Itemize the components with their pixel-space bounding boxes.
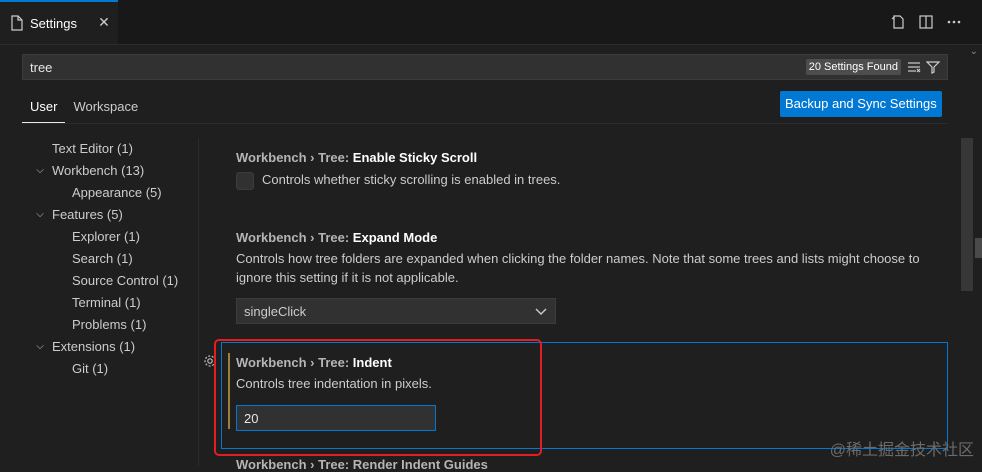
editor-tab-bar: Settings ✕ xyxy=(0,0,982,45)
scope-tabs: User Workspace xyxy=(22,96,146,123)
highlight-annotation xyxy=(214,339,542,456)
tab-user[interactable]: User xyxy=(22,96,66,123)
toc-item-extensions[interactable]: ⌵ Extensions (1) xyxy=(22,336,198,358)
backup-sync-button[interactable]: Backup and Sync Settings xyxy=(780,91,942,117)
toc-item-label: Features (5) xyxy=(52,207,123,222)
setting-description: Controls how tree folders are expanded w… xyxy=(236,251,920,285)
tab-workspace[interactable]: Workspace xyxy=(65,96,146,123)
chevron-down-icon[interactable]: ⌵ xyxy=(34,160,46,182)
chevron-down-icon: ⌄ xyxy=(969,46,978,57)
toc-item-explorer[interactable]: Explorer (1) xyxy=(22,226,198,248)
toc-item-terminal[interactable]: Terminal (1) xyxy=(22,292,198,314)
settings-search-input[interactable]: tree 20 Settings Found xyxy=(22,54,948,80)
setting-title: Workbench › Tree: Enable Sticky Scroll xyxy=(236,150,478,165)
filter-icon[interactable] xyxy=(926,60,940,74)
chevron-down-icon xyxy=(535,308,547,315)
chevron-down-icon[interactable]: ⌵ xyxy=(34,204,46,226)
setting-title: Workbench › Tree: Expand Mode xyxy=(236,230,438,245)
overview-ruler-mark xyxy=(975,238,982,258)
split-editor-icon[interactable] xyxy=(918,14,934,30)
toc-sash[interactable] xyxy=(198,138,199,466)
toc-item-problems[interactable]: Problems (1) xyxy=(22,314,198,336)
toc-item-label: Text Editor (1) xyxy=(52,141,133,156)
toc-item-workbench[interactable]: ⌵ Workbench (13) xyxy=(22,160,198,182)
file-icon xyxy=(11,15,23,31)
expand-mode-select[interactable]: singleClick xyxy=(236,298,556,324)
toc-item-label: Search (1) xyxy=(72,251,133,266)
toc-item-text-editor[interactable]: Text Editor (1) xyxy=(22,138,198,160)
search-query: tree xyxy=(30,60,53,75)
toc-item-label: Workbench (13) xyxy=(52,163,145,178)
setting-title-partial: Workbench › Tree: Render Indent Guides xyxy=(236,457,488,472)
toc-item-label: Extensions (1) xyxy=(52,339,136,354)
toc-item-label: Git (1) xyxy=(72,361,109,376)
toc-item-label: Source Control (1) xyxy=(72,273,179,288)
toc-item-label: Problems (1) xyxy=(72,317,147,332)
settings-toc: Text Editor (1) ⌵ Workbench (13) Appeara… xyxy=(22,138,198,380)
sticky-scroll-checkbox[interactable] xyxy=(236,171,254,190)
setting-expand-mode: Workbench › Tree: Expand Mode Controls h… xyxy=(236,230,926,287)
close-icon[interactable]: ✕ xyxy=(96,14,112,30)
more-actions-icon[interactable] xyxy=(946,14,962,30)
open-json-icon[interactable] xyxy=(890,14,906,30)
tab-label: Settings xyxy=(30,15,77,31)
toc-item-label: Explorer (1) xyxy=(72,229,140,244)
toc-item-git[interactable]: Git (1) xyxy=(22,358,198,380)
settings-found-badge: 20 Settings Found xyxy=(805,59,901,75)
toc-item-search[interactable]: Search (1) xyxy=(22,248,198,270)
scrollbar-thumb[interactable] xyxy=(961,138,973,291)
setting-enable-sticky-scroll: Workbench › Tree: Enable Sticky Scroll C… xyxy=(236,150,936,190)
select-value: singleClick xyxy=(244,304,307,319)
toc-item-label: Terminal (1) xyxy=(72,295,141,310)
chevron-down-icon[interactable]: ⌵ xyxy=(34,336,46,358)
header-divider xyxy=(22,123,948,124)
toc-item-source-control[interactable]: Source Control (1) xyxy=(22,270,198,292)
toc-item-label: Appearance (5) xyxy=(72,185,162,200)
clear-filter-icon[interactable] xyxy=(907,60,921,74)
toc-item-appearance[interactable]: Appearance (5) xyxy=(22,182,198,204)
settings-tab[interactable]: Settings ✕ xyxy=(0,0,118,44)
toc-item-features[interactable]: ⌵ Features (5) xyxy=(22,204,198,226)
watermark: @稀土掘金技术社区 xyxy=(829,442,974,459)
editor-actions xyxy=(890,14,962,30)
setting-description: Controls whether sticky scrolling is ena… xyxy=(262,172,561,187)
